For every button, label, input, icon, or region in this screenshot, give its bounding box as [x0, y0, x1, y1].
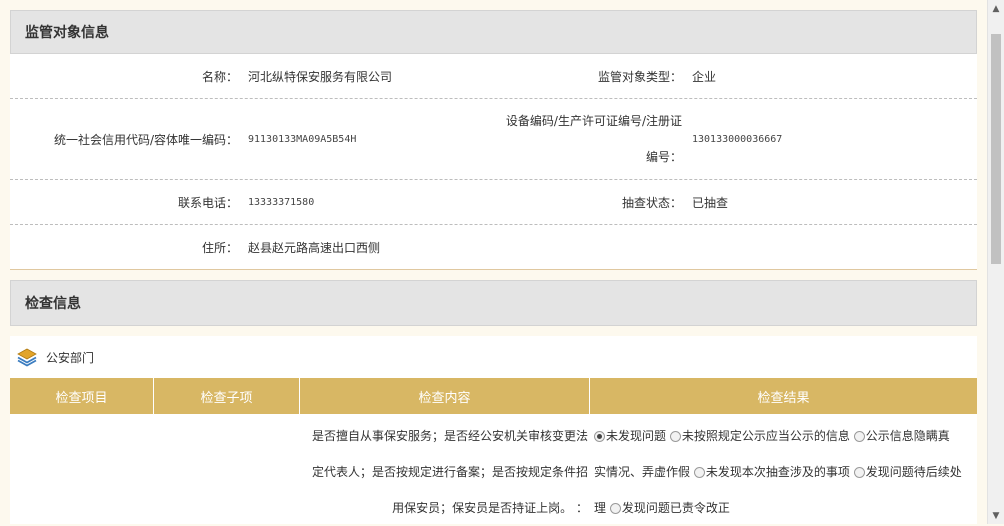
cell-subitem	[154, 414, 300, 524]
supervision-title: 监管对象信息	[25, 25, 109, 41]
radio-label-concealed-info-cont: 实情况、弄虚作假	[594, 465, 691, 479]
supervision-info-table: 名称： 河北纵特保安服务有限公司 监管对象类型： 企业 统一社会信用代码/容体唯…	[10, 54, 977, 270]
phone-label: 联系电话：	[177, 195, 238, 210]
inspection-title: 检查信息	[25, 296, 81, 312]
result-line-3: 理 发现问题已责令改正	[594, 490, 977, 526]
radio-ordered-correction[interactable]	[609, 503, 621, 514]
result-line-2: 实情况、弄虚作假 未发现本次抽查涉及的事项 发现问题待后续处	[594, 454, 977, 490]
info-row-credit-code: 统一社会信用代码/容体唯一编码： 91130133MA09A5B54H 设备编码…	[10, 99, 977, 180]
main-content: 监管对象信息 名称： 河北纵特保安服务有限公司 监管对象类型： 企业 统一社会信…	[10, 10, 977, 524]
radio-label-concealed-info: 公示信息隐瞒真	[865, 429, 950, 443]
radio-pending-follow-up[interactable]	[853, 467, 865, 478]
radio-label-not-involved: 未发现本次抽查涉及的事项	[705, 465, 850, 479]
inspection-section-header: 检查信息	[10, 280, 977, 326]
content-line-2: 定代表人；是否按规定进行备案；是否按规定条件招	[311, 465, 588, 479]
name-label: 名称：	[201, 69, 238, 84]
radio-not-disclosed[interactable]	[669, 431, 681, 442]
credit-code-label: 统一社会信用代码/容体唯一编码：	[53, 132, 238, 147]
radio-no-problem[interactable]	[594, 431, 605, 442]
cell-result: 未发现问题 未按照规定公示应当公示的信息 公示信息隐瞒真 实情况、弄虚作假 未发…	[590, 414, 977, 524]
address-label: 住所：	[201, 240, 238, 255]
radio-label-no-problem: 未发现问题	[606, 429, 667, 443]
department-row: 公安部门	[10, 336, 977, 378]
phone-value: 13333371580	[248, 196, 315, 208]
object-type-label: 监管对象类型：	[597, 69, 682, 84]
content-line-1: 是否擅自从事保安服务；是否经公安机关审核变更法	[311, 429, 588, 443]
device-code-label-line2: 编号：	[645, 150, 682, 164]
department-label: 公安部门	[46, 350, 95, 365]
column-header-content: 检查内容	[300, 378, 590, 414]
object-type-value: 企业	[692, 69, 717, 84]
scrollbar-thumb[interactable]	[991, 34, 1001, 264]
device-code-label: 设备编码/生产许可证编号/注册证 编号：	[482, 99, 690, 179]
supervision-section-header: 监管对象信息	[10, 10, 977, 54]
device-code-value: 130133000036667	[692, 133, 783, 145]
info-row-address: 住所： 赵县赵元路高速出口西侧	[10, 225, 977, 270]
result-line-1: 未发现问题 未按照规定公示应当公示的信息 公示信息隐瞒真	[594, 418, 977, 454]
inspection-grid-header: 检查项目 检查子项 检查内容 检查结果	[10, 378, 977, 414]
device-code-label-line1: 设备编码/生产许可证编号/注册证	[505, 114, 682, 128]
name-value: 河北纵特保安服务有限公司	[248, 69, 393, 84]
cell-item	[10, 414, 154, 524]
info-row-name: 名称： 河北纵特保安服务有限公司 监管对象类型： 企业	[10, 54, 977, 99]
cell-content: 是否擅自从事保安服务；是否经公安机关审核变更法 定代表人；是否按规定进行备案；是…	[300, 414, 590, 524]
info-row-phone: 联系电话： 13333371580 抽查状态： 已抽查	[10, 180, 977, 225]
content-line-3: 用保安员；保安员是否持证上岗。 ：	[392, 501, 588, 515]
radio-label-not-disclosed: 未按照规定公示应当公示的信息	[681, 429, 850, 443]
vertical-scrollbar[interactable]: ▲ ▼	[987, 0, 1004, 524]
arrow-down-icon[interactable]: ▼	[988, 507, 1004, 524]
radio-label-pending-follow-up: 发现问题待后续处	[865, 465, 962, 479]
column-header-subitem: 检查子项	[154, 378, 300, 414]
column-header-result: 检查结果	[757, 390, 810, 406]
check-status-label: 抽查状态：	[621, 195, 682, 210]
layers-icon	[17, 348, 37, 367]
arrow-up-icon[interactable]: ▲	[988, 0, 1004, 17]
radio-not-involved[interactable]	[693, 467, 705, 478]
radio-label-pending-follow-up-cont: 理	[594, 501, 607, 515]
inspection-grid-row: 是否擅自从事保安服务；是否经公安机关审核变更法 定代表人；是否按规定进行备案；是…	[10, 414, 977, 524]
section-spacer-2	[10, 326, 977, 336]
column-header-item: 检查项目	[10, 378, 154, 414]
address-value: 赵县赵元路高速出口西侧	[248, 240, 381, 255]
credit-code-value: 91130133MA09A5B54H	[248, 133, 357, 145]
radio-concealed-info[interactable]	[853, 431, 865, 442]
radio-label-ordered-correction: 发现问题已责令改正	[621, 501, 730, 515]
check-status-value: 已抽查	[692, 195, 729, 210]
